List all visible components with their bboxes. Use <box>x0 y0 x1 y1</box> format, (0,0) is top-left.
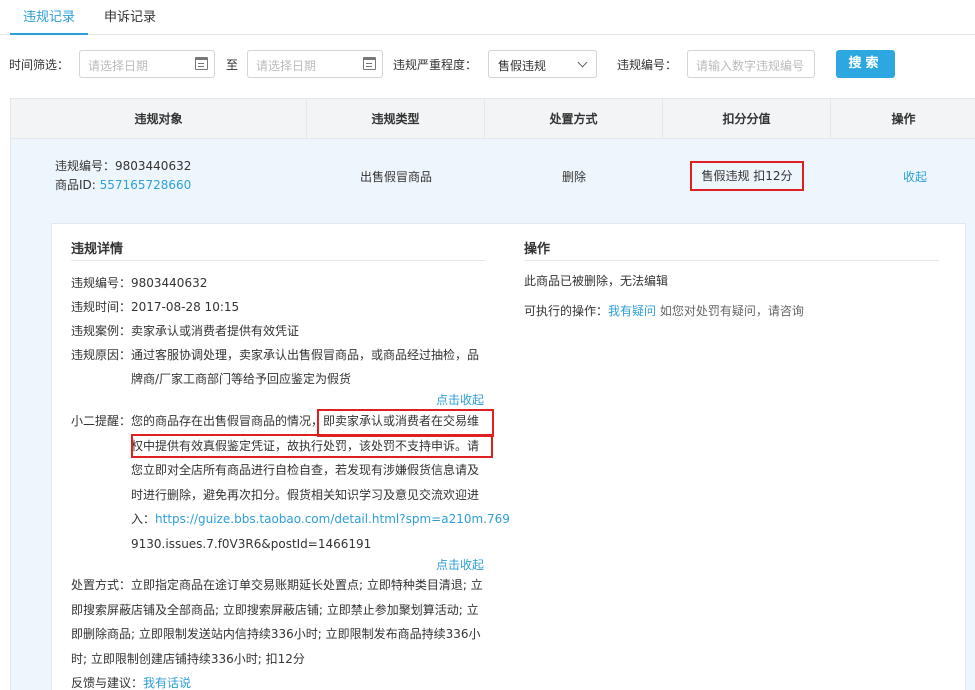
column-header: 操作 <box>891 112 916 126</box>
chevron-down-icon <box>577 57 588 68</box>
detail-tip-label: 小二提醒： <box>71 414 132 428</box>
detail-tip-line: 时进行删除，避免再次扣分。假货相关知识学习及意见交流欢迎进 <box>131 487 480 502</box>
question-link[interactable]: 我有疑问 <box>608 304 656 318</box>
severity-select[interactable]: 售假违规 <box>488 50 597 78</box>
violation-code-input[interactable]: 请输入数字违规编号 <box>687 50 815 78</box>
collapse-tip-link[interactable]: 点击收起 <box>436 556 484 573</box>
violation-code-label: 违规编号： <box>617 58 678 72</box>
operation-status: 此商品已被删除，无法编辑 <box>524 274 669 288</box>
detail-tip-line: 您立即对全店所有商品进行自检自查，若发现有涉嫌假货信息请及 <box>131 463 480 477</box>
disposition-line: 处置方式：立即指定商品在途订单交易账期延长处置点; 立即特种类目清退; 立 <box>71 578 483 592</box>
item-id-line: 商品ID: 557165728660 <box>55 176 191 195</box>
feedback-label: 反馈与建议： <box>71 676 144 690</box>
tab-appeal-records[interactable]: 申诉记录 <box>92 0 168 35</box>
operation-exec-label: 可执行的操作： <box>524 304 609 318</box>
end-date-input[interactable]: 请选择日期 <box>247 50 383 78</box>
disposition-line: 即搜索屏蔽店铺及全部商品; 立即搜索屏蔽店铺; 立即禁止参加聚划算活动; 立 <box>71 602 479 617</box>
violation-detail-card: 违规详情 操作 违规编号： 9803440632 违规时间： 2017-08-2… <box>51 223 966 690</box>
operation-exec-row: 可执行的操作：我有疑问 如您对处罚有疑问，请咨询 <box>524 299 804 324</box>
detail-time-value: 2017-08-28 10:15 <box>131 300 240 314</box>
detail-reason-label: 违规原因： <box>71 348 132 362</box>
detail-reason-line: 通过客服协调处理，卖家承认出售假冒商品，或商品经过抽检，品 <box>131 348 480 362</box>
feedback-row: 反馈与建议：我有话说 <box>71 671 191 690</box>
column-header: 违规对象 <box>11 99 307 138</box>
table-row: 违规编号：9803440632 商品ID: 557165728660 出售假冒商… <box>11 139 975 213</box>
disposition-line: 时; 立即限制创建店铺持续336小时; 扣12分 <box>71 651 305 666</box>
detail-reason-line: 牌商/厂家工商部门等给予回应鉴定为假货 <box>131 372 352 386</box>
item-id-label: 商品ID: <box>55 178 96 192</box>
violation-code-text: 违规编号：9803440632 <box>55 159 192 173</box>
disposition-line: 即删除商品; 立即限制发送站内信持续336小时; 立即限制发布商品持续336小 <box>71 627 481 641</box>
highlight-box <box>317 409 494 437</box>
violation-object-cell: 违规编号：9803440632 商品ID: 557165728660 <box>55 157 191 195</box>
tab-violation-records[interactable]: 违规记录 <box>10 0 88 35</box>
column-header: 处置方式 <box>485 99 663 138</box>
disposition-cell: 删除 <box>561 170 586 184</box>
time-filter-label: 时间筛选： <box>9 58 70 72</box>
table-header: 违规对象 违规类型 处置方式 扣分分值 操作 <box>11 99 975 139</box>
feedback-link[interactable]: 我有话说 <box>143 676 191 690</box>
detail-tip-link-line: 入：https://guize.bbs.taobao.com/detail.ht… <box>131 507 510 532</box>
item-id-link[interactable]: 557165728660 <box>100 178 192 192</box>
detail-code-label: 违规编号： <box>71 276 132 290</box>
violation-table: 违规对象 违规类型 处置方式 扣分分值 操作 违规编号：9803440632 商… <box>10 98 975 690</box>
detail-case-value: 卖家承认或消费者提供有效凭证 <box>131 324 300 338</box>
detail-title: 违规详情 <box>71 242 124 257</box>
to-label: 至 <box>226 58 239 72</box>
operation-exec-hint: 如您对处罚有疑问，请咨询 <box>659 304 804 318</box>
calendar-icon[interactable] <box>195 57 208 70</box>
score-cell: 售假违规 扣12分 <box>690 161 804 191</box>
collapse-row-link[interactable]: 收起 <box>831 168 975 185</box>
column-header: 扣分分值 <box>663 99 831 138</box>
filter-bar: 时间筛选： 请选择日期 至 请选择日期 违规严重程度： 售假违规 违规编号： 请… <box>0 50 975 78</box>
start-date-placeholder: 请选择日期 <box>88 59 149 73</box>
rules-forum-link[interactable]: https://guize.bbs.taobao.com/detail.html… <box>155 512 510 526</box>
detail-code-value: 9803440632 <box>131 276 208 290</box>
violation-type-cell: 出售假冒商品 <box>359 170 432 184</box>
highlight-box <box>131 434 493 458</box>
collapse-reason-link[interactable]: 点击收起 <box>436 391 484 408</box>
operation-divider <box>524 260 939 261</box>
detail-time-label: 违规时间： <box>71 300 132 314</box>
violation-code-placeholder: 请输入数字违规编号 <box>696 59 805 73</box>
detail-case-label: 违规案例： <box>71 324 132 338</box>
end-date-placeholder: 请选择日期 <box>256 59 317 73</box>
severity-select-value: 售假违规 <box>498 59 547 73</box>
start-date-input[interactable]: 请选择日期 <box>79 50 215 78</box>
column-header: 违规类型 <box>307 99 485 138</box>
calendar-icon[interactable] <box>363 57 376 70</box>
detail-tip-link-prefix: 入： <box>131 512 156 526</box>
rules-forum-link-continued[interactable]: 9130.issues.7.f0V3R6&postId=1466191 <box>131 532 371 557</box>
operation-title: 操作 <box>524 242 551 257</box>
search-button[interactable]: 搜索 <box>836 50 895 78</box>
detail-divider <box>71 260 486 261</box>
collapse-row-label[interactable]: 收起 <box>903 170 927 184</box>
severity-label: 违规严重程度： <box>393 58 478 72</box>
tab-bar: 违规记录 申诉记录 <box>0 0 975 35</box>
